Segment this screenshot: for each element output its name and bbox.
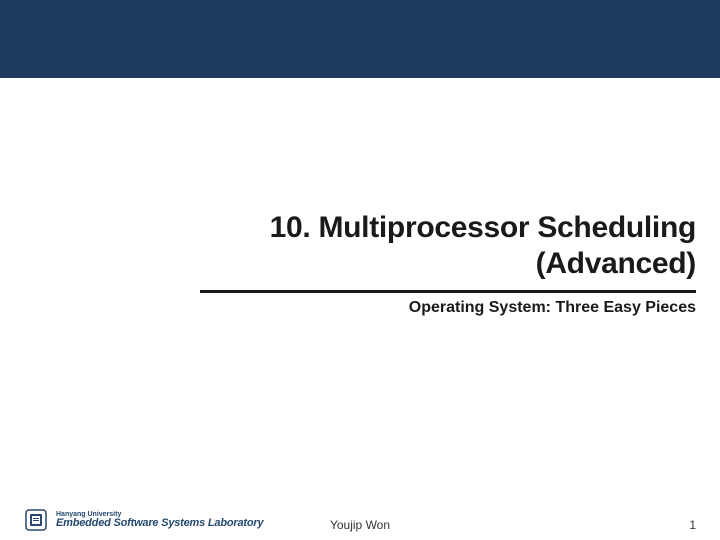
- slide-subtitle: Operating System: Three Easy Pieces: [200, 299, 696, 317]
- lab-logo-icon: [24, 508, 48, 532]
- title-divider: [200, 290, 696, 293]
- slide-title: 10. Multiprocessor Scheduling (Advanced): [200, 210, 696, 282]
- lab-logo-block: Hanyang University Embedded Software Sys…: [24, 508, 263, 532]
- lab-logo-text: Hanyang University Embedded Software Sys…: [56, 511, 263, 530]
- footer: Hanyang University Embedded Software Sys…: [0, 492, 720, 540]
- lab-name: Embedded Software Systems Laboratory: [56, 518, 263, 530]
- title-line-2: (Advanced): [536, 247, 696, 280]
- footer-author: Youjip Won: [330, 518, 390, 532]
- content-block: 10. Multiprocessor Scheduling (Advanced)…: [0, 210, 720, 317]
- page-number: 1: [689, 518, 696, 532]
- slide: 10. Multiprocessor Scheduling (Advanced)…: [0, 0, 720, 540]
- title-band: [0, 0, 720, 78]
- title-line-1: 10. Multiprocessor Scheduling: [270, 211, 696, 244]
